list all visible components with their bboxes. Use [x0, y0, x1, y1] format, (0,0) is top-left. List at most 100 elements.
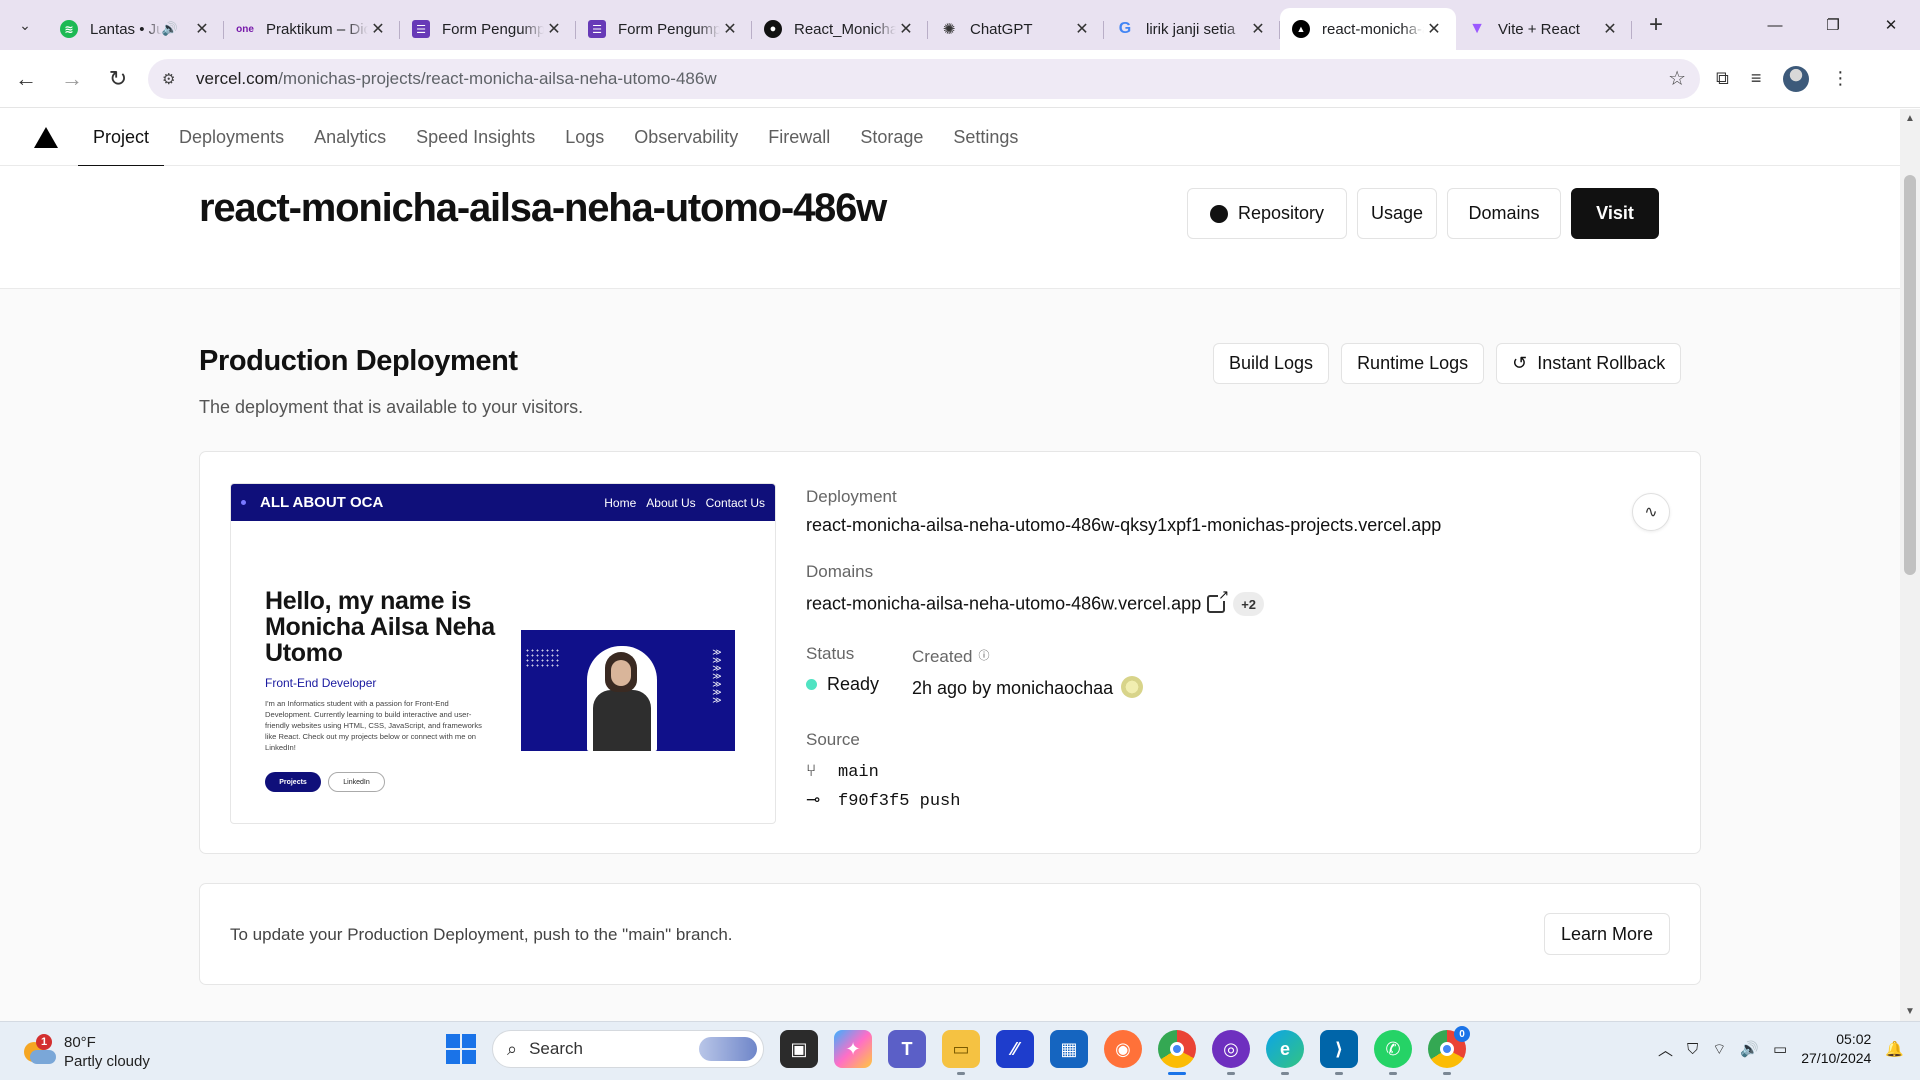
nav-tab-firewall[interactable]: Firewall — [753, 109, 845, 166]
nav-tab-observability[interactable]: Observability — [619, 109, 753, 166]
task-view-icon[interactable]: ▣ — [780, 1030, 818, 1068]
close-icon[interactable]: ✕ — [720, 19, 740, 39]
browser-tab[interactable]: ▼ Vite + React ✕ — [1456, 8, 1632, 50]
windows-taskbar: 1 80°F Partly cloudy ⌕ Search ▣ ✦ T ▭ ⁄⁄… — [0, 1021, 1920, 1080]
domains-button[interactable]: Domains — [1447, 188, 1561, 239]
chrome-icon[interactable] — [1158, 1030, 1196, 1075]
browser-tab[interactable]: ☰ Form Pengumpulan Tugas ✕ — [400, 8, 576, 50]
build-logs-button[interactable]: Build Logs — [1213, 343, 1330, 384]
menu-kebab-icon[interactable]: ⋮ — [1831, 68, 1849, 89]
windows-start-icon[interactable] — [446, 1034, 476, 1064]
bookmark-star-icon[interactable]: ☆ — [1668, 66, 1686, 91]
more-domains-badge[interactable]: +2 — [1233, 592, 1265, 616]
commit-text[interactable]: f90f3f5 push — [838, 792, 960, 811]
status-label: Status — [806, 644, 855, 663]
partly-cloudy-icon: 1 — [22, 1034, 56, 1066]
close-window-button[interactable]: ✕ — [1862, 0, 1920, 50]
runtime-logs-button[interactable]: Runtime Logs — [1341, 343, 1485, 384]
profile-avatar[interactable] — [1783, 65, 1810, 92]
forward-button[interactable]: → — [52, 59, 92, 99]
minimize-button[interactable]: — — [1746, 0, 1804, 50]
browser-tab[interactable]: one Praktikum – Dicoding ✕ — [224, 8, 400, 50]
instant-rollback-button[interactable]: ↺ Instant Rollback — [1496, 343, 1682, 384]
browser-tab-strip: ⌄ ≋ Lantas • Juicy Luicy 🔊 ✕ one Praktik… — [0, 0, 1920, 50]
tab-search-button[interactable]: ⌄ — [8, 8, 42, 42]
reload-button[interactable]: ↻ — [98, 59, 138, 99]
close-icon[interactable]: ✕ — [1424, 19, 1444, 39]
production-deployment-title: Production Deployment — [199, 345, 518, 377]
close-icon[interactable]: ✕ — [368, 19, 388, 39]
page-scrollbar[interactable]: ▲ ▼ — [1900, 109, 1920, 1021]
nav-tab-settings[interactable]: Settings — [938, 109, 1033, 166]
deployment-preview[interactable]: ALL ABOUT OCA Home About Us Contact Us H… — [230, 483, 776, 824]
back-button[interactable]: ← — [6, 59, 46, 99]
browser-tab[interactable]: G lirik janji setia ✕ — [1104, 8, 1280, 50]
learn-more-button[interactable]: Learn More — [1543, 913, 1670, 955]
close-icon[interactable]: ✕ — [1248, 19, 1268, 39]
notification-bell-icon[interactable]: 🔔 — [1885, 1040, 1904, 1058]
user-avatar[interactable] — [1121, 676, 1144, 698]
nav-tab-speed-insights[interactable]: Speed Insights — [401, 109, 550, 166]
info-icon[interactable]: ⓘ — [978, 647, 989, 663]
nav-tab-project[interactable]: Project — [78, 109, 165, 167]
nav-tab-storage[interactable]: Storage — [845, 109, 938, 166]
activity-pulse-button[interactable]: ∿ — [1632, 493, 1670, 531]
repository-button[interactable]: Repository — [1187, 188, 1347, 239]
close-icon[interactable]: ✕ — [1072, 19, 1092, 39]
google-icon: G — [1118, 20, 1132, 37]
site-settings-icon[interactable]: ⚙ — [162, 70, 182, 88]
media-controls-icon[interactable]: ≡ — [1751, 68, 1762, 89]
teams-icon[interactable]: T — [888, 1030, 926, 1068]
scroll-down-arrow-icon[interactable]: ▼ — [1900, 1006, 1920, 1017]
copilot-icon[interactable]: ✦ — [834, 1030, 872, 1068]
edge-icon[interactable]: e — [1266, 1030, 1304, 1075]
scrollbar-thumb[interactable] — [1904, 175, 1916, 575]
address-bar[interactable]: ⚙ vercel.com/monichas-projects/react-mon… — [148, 58, 1700, 99]
browser-tab[interactable]: ☰ Form Pengumpulan Tugas ✕ — [576, 8, 752, 50]
whatsapp-icon[interactable]: ✆ — [1374, 1030, 1412, 1075]
branch-name[interactable]: main — [838, 763, 879, 782]
domain-link[interactable]: react-monicha-ailsa-neha-utomo-486w.verc… — [806, 594, 1201, 614]
restore-button[interactable]: ❐ — [1804, 0, 1862, 50]
deployment-url[interactable]: react-monicha-ailsa-neha-utomo-486w-qksy… — [806, 515, 1441, 536]
clock[interactable]: 05:02 27/10/2024 — [1801, 1030, 1871, 1068]
extensions-icon[interactable]: ⧉ — [1716, 68, 1729, 89]
speaker-icon[interactable]: 🔊 — [162, 21, 178, 37]
vector-app-icon[interactable]: ⁄⁄ — [996, 1030, 1034, 1068]
wifi-icon[interactable]: ⌔ — [1712, 1040, 1726, 1059]
date: 27/10/2024 — [1801, 1050, 1872, 1066]
weather-widget[interactable]: 1 80°F Partly cloudy — [22, 1033, 150, 1071]
nav-tab-analytics[interactable]: Analytics — [299, 109, 401, 166]
new-tab-button[interactable]: + — [1638, 7, 1674, 43]
vercel-logo-icon[interactable] — [34, 126, 58, 148]
close-icon[interactable]: ✕ — [1600, 19, 1620, 39]
nav-tab-deployments[interactable]: Deployments — [164, 109, 299, 166]
browser-tab-active[interactable]: ▲ react-monicha-ailsa ✕ — [1280, 8, 1456, 50]
visit-button[interactable]: Visit — [1571, 188, 1659, 239]
volume-icon[interactable]: 🔊 — [1740, 1040, 1759, 1058]
preview-link: Contact Us — [705, 495, 765, 510]
browser-tab[interactable]: ● React_Monicha ✕ — [752, 8, 928, 50]
usage-button[interactable]: Usage — [1357, 188, 1437, 239]
scroll-up-arrow-icon[interactable]: ▲ — [1900, 113, 1920, 124]
nav-tab-logs[interactable]: Logs — [550, 109, 619, 166]
onenote-icon: one — [236, 23, 254, 35]
security-icon[interactable]: ⛉ — [1687, 1041, 1698, 1058]
browser-tab[interactable]: ✺ ChatGPT ✕ — [928, 8, 1104, 50]
close-icon[interactable]: ✕ — [192, 19, 212, 39]
chrome-profile-icon[interactable]: 0 — [1428, 1026, 1470, 1075]
preview-links: Home About Us Contact Us — [604, 496, 765, 510]
chevron-up-icon[interactable]: ︿ — [1658, 1039, 1673, 1060]
podcast-app-icon[interactable]: ◎ — [1212, 1030, 1250, 1075]
store-icon[interactable]: ▦ — [1050, 1030, 1088, 1068]
browser-tab[interactable]: ≋ Lantas • Juicy Luicy 🔊 ✕ — [48, 8, 224, 50]
vscode-icon[interactable]: ⟩ — [1320, 1030, 1358, 1075]
external-link-icon[interactable] — [1207, 587, 1230, 613]
close-icon[interactable]: ✕ — [544, 19, 564, 39]
chevron-down-icon: ⌄ — [19, 16, 31, 33]
battery-icon[interactable]: ▭ — [1773, 1040, 1787, 1058]
firefox-icon[interactable]: ◉ — [1104, 1030, 1142, 1068]
file-explorer-icon[interactable]: ▭ — [942, 1030, 980, 1075]
taskbar-search[interactable]: ⌕ Search — [492, 1030, 764, 1068]
close-icon[interactable]: ✕ — [896, 19, 916, 39]
